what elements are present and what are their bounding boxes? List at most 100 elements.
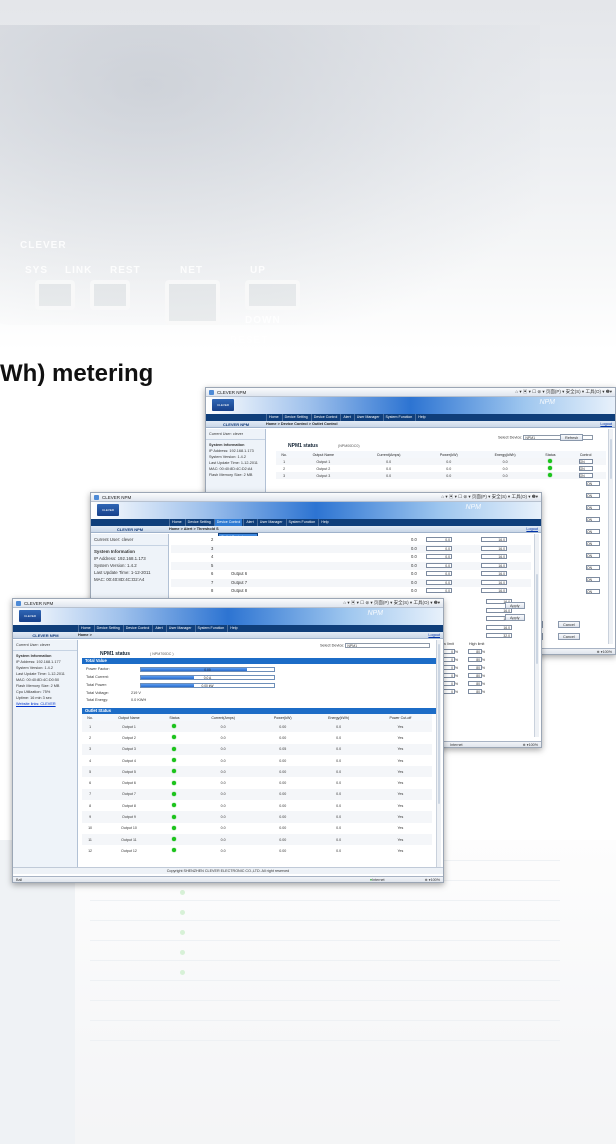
device-dropdown[interactable]: NPM1 — [345, 643, 431, 648]
scrollbar[interactable] — [534, 534, 539, 737]
page-icon — [209, 389, 214, 395]
menu-home[interactable]: Home — [266, 414, 281, 421]
cell: Output 12 — [121, 848, 137, 853]
threshold-low-input[interactable]: 0.0 — [426, 554, 452, 559]
threshold-high-input[interactable]: 16.0 — [481, 545, 507, 551]
logout-link[interactable]: Logout — [428, 633, 443, 637]
app-name: CLEVER NPM — [222, 421, 250, 427]
apply-button[interactable]: Apply — [505, 614, 525, 621]
menu-home[interactable]: Home — [78, 625, 93, 632]
control-select[interactable]: ON — [586, 541, 600, 546]
menu-device-setting[interactable]: Device Setting — [184, 519, 213, 526]
high-limit-input[interactable]: 80 — [468, 673, 483, 678]
control-select[interactable]: ON — [586, 517, 600, 522]
window-title: CLEVER NPM — [217, 389, 247, 395]
menu-device-control[interactable]: Device Control — [310, 414, 340, 421]
threshold-high-input[interactable]: 16.0 — [481, 562, 507, 568]
threshold-low-input[interactable]: 0.0 — [426, 562, 452, 568]
zoom-level[interactable]: 100% — [529, 743, 538, 747]
control-select[interactable]: ON — [586, 553, 600, 558]
high-limit-input[interactable]: 80 — [468, 689, 483, 694]
browser-toolbar[interactable]: ⌂ ▾ ▣ ▾ ☐ ⊜ ▾ 页面(P) ▾ 安全(S) ▾ 工具(O) ▾ ❷▾ — [343, 600, 440, 606]
menu-help[interactable]: Help — [227, 625, 239, 632]
menu-device-control[interactable]: Device Control — [122, 625, 152, 632]
threshold-low-input[interactable]: 0.0 — [426, 545, 452, 551]
threshold-low-input[interactable]: 0.0 — [426, 571, 452, 576]
ethernet-port — [245, 280, 300, 310]
threshold-low-input[interactable]: 0.0 — [426, 579, 452, 585]
menu-system-function[interactable]: System Function — [382, 414, 415, 421]
threshold-low-input[interactable]: 0.0 — [426, 537, 452, 542]
control-select[interactable]: ON — [586, 589, 600, 594]
device-select[interactable]: Select Device: NPM1 — [320, 643, 431, 648]
threshold-high-input[interactable]: 16.0 — [481, 554, 507, 559]
logout-link[interactable]: Logout — [526, 527, 541, 531]
threshold-high-input[interactable]: 16.0 — [481, 588, 507, 593]
control-select[interactable]: ON — [586, 505, 600, 510]
menu-user-manager[interactable]: User Manager — [256, 519, 285, 526]
table-header: No. Output Name Status Current(Amps) Pow… — [82, 714, 432, 721]
threshold-high-input[interactable]: 16.0 — [481, 579, 507, 585]
zoom-level[interactable]: 100% — [431, 878, 440, 882]
browser-toolbar[interactable]: ⌂ ▾ ▣ ▾ ☐ ⊜ ▾ 页面(P) ▾ 安全(S) ▾ 工具(O) ▾ ❷▾ — [441, 494, 538, 500]
col-header: Output Name — [98, 714, 160, 721]
menu-alert[interactable]: Alert — [152, 625, 164, 632]
logout-link[interactable]: Logout — [600, 422, 615, 426]
ethernet-port — [90, 280, 130, 310]
menu-device-setting[interactable]: Device Setting — [281, 414, 310, 421]
control-select[interactable]: ON — [578, 473, 593, 478]
browser-toolbar[interactable]: ⌂ ▾ ▣ ▾ ☐ ⊜ ▾ 页面(P) ▾ 安全(S) ▾ 工具(O) ▾ ❷▾ — [515, 389, 612, 395]
control-select[interactable]: ON — [578, 466, 593, 471]
threshold-low-input[interactable]: 0.0 — [426, 588, 452, 593]
table-row: 8 Output 8 0.0 0.00 0.0 Yes — [82, 800, 432, 811]
control-select[interactable]: ON — [586, 493, 600, 498]
threshold-high-input[interactable]: 32.0 — [486, 633, 512, 638]
menu-system-function[interactable]: System Function — [194, 625, 227, 632]
device-label: NET — [180, 265, 203, 276]
menu-alert[interactable]: Alert — [340, 414, 352, 421]
scrollbar[interactable] — [436, 640, 441, 868]
zoom-level[interactable]: 100% — [603, 650, 612, 654]
control-select[interactable]: ON — [586, 577, 600, 582]
menu-device-control[interactable]: Device Control — [213, 519, 243, 526]
cancel-button[interactable]: Cancel — [558, 621, 580, 628]
menu-help[interactable]: Help — [318, 519, 330, 526]
percent-sign: % — [482, 674, 486, 678]
cancel-button[interactable]: Cancel — [558, 633, 580, 640]
apply-button[interactable]: Apply — [505, 602, 525, 609]
system-version: System Version: 1.4.2 — [94, 563, 137, 568]
menu-alert[interactable]: Alert — [243, 519, 255, 526]
control-select[interactable]: ON — [586, 529, 600, 534]
cell: 0.0 — [411, 562, 417, 568]
cell: 0.0 — [220, 758, 226, 763]
menu-user-manager[interactable]: User Manager — [165, 625, 194, 632]
high-limit-input[interactable]: 80 — [468, 657, 483, 662]
status-cell — [160, 845, 189, 856]
website-link[interactable]: Website links: CLEVER — [16, 702, 56, 706]
device-label: LINK — [65, 265, 93, 276]
current-user: Current User: clever — [91, 534, 168, 546]
status-on-icon — [172, 837, 177, 842]
menu-device-setting[interactable]: Device Setting — [93, 625, 122, 632]
menu-home[interactable]: Home — [169, 519, 184, 526]
menu-help[interactable]: Help — [415, 414, 427, 421]
threshold-high-input[interactable]: 16.0 — [481, 537, 507, 542]
control-select[interactable]: ON — [586, 565, 600, 570]
menu-system-function[interactable]: System Function — [285, 519, 318, 526]
refresh-button[interactable]: Refresh — [560, 434, 584, 441]
scrollbar[interactable] — [608, 429, 613, 644]
status-subtitle: ( NPM700DC ) — [150, 652, 174, 656]
threshold-high-input[interactable]: 16.0 — [486, 624, 512, 630]
control-select[interactable]: ON — [586, 481, 600, 486]
cell: 4 — [89, 758, 92, 763]
high-limit-input[interactable]: 80 — [468, 681, 483, 686]
control-select[interactable]: ON — [578, 459, 593, 464]
high-limit-input[interactable]: 80 — [468, 665, 483, 670]
high-limit-input[interactable]: 80 — [468, 649, 483, 654]
cell: 0.0 — [474, 458, 536, 465]
percent-sign: % — [482, 690, 486, 694]
table-row: 12 Output 12 0.0 0.00 0.0 Yes — [82, 845, 432, 856]
table-row: 4 Output 4 0.0 0.00 0.0 Yes — [82, 755, 432, 766]
threshold-high-input[interactable]: 16.0 — [481, 571, 507, 576]
menu-user-manager[interactable]: User Manager — [353, 414, 382, 421]
